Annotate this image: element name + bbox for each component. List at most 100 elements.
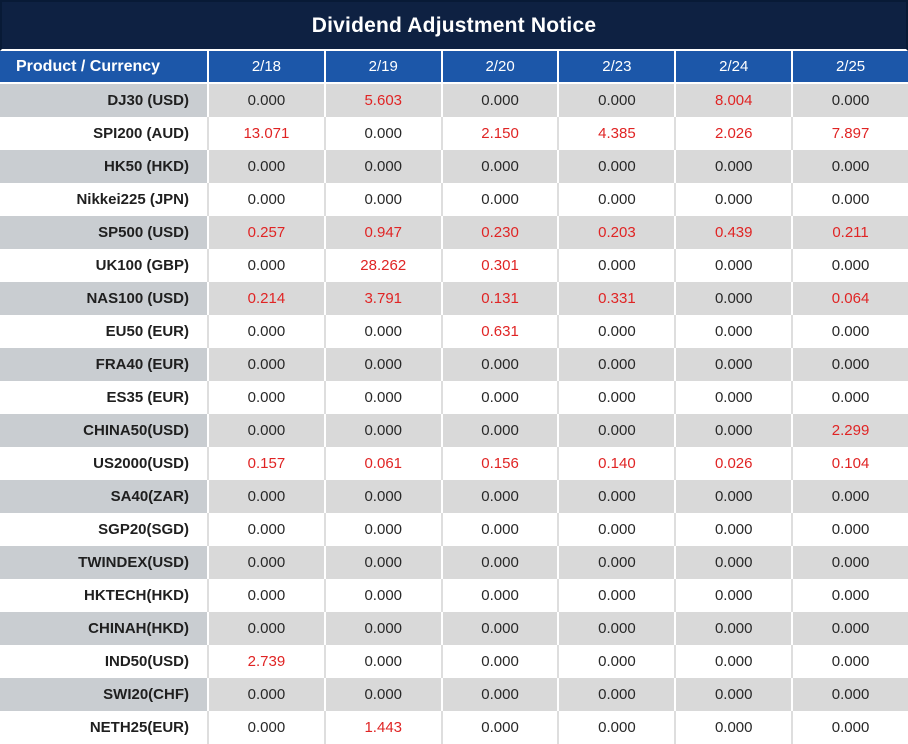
value-cell: 0.104: [791, 447, 908, 480]
value-cell: 0.000: [207, 513, 324, 546]
product-cell: NAS100 (USD): [0, 282, 207, 315]
table-row: NAS100 (USD)0.2143.7910.1310.3310.0000.0…: [0, 282, 908, 315]
product-cell: SWI20(CHF): [0, 678, 207, 711]
table-row: IND50(USD)2.7390.0000.0000.0000.0000.000: [0, 645, 908, 678]
table-header-row: Product / Currency 2/182/192/202/232/242…: [0, 51, 908, 84]
value-cell: 0.631: [441, 315, 558, 348]
value-cell: 0.000: [324, 348, 441, 381]
value-cell: 0.000: [674, 282, 791, 315]
value-cell: 3.791: [324, 282, 441, 315]
value-cell: 0.000: [674, 645, 791, 678]
value-cell: 0.214: [207, 282, 324, 315]
value-cell: 0.000: [441, 678, 558, 711]
column-header-date: 2/25: [791, 51, 908, 82]
value-cell: 0.000: [324, 513, 441, 546]
value-cell: 0.000: [557, 546, 674, 579]
value-cell: 0.000: [207, 612, 324, 645]
value-cell: 0.000: [674, 348, 791, 381]
value-cell: 0.000: [207, 381, 324, 414]
value-cell: 0.000: [441, 84, 558, 117]
table-row: HKTECH(HKD)0.0000.0000.0000.0000.0000.00…: [0, 579, 908, 612]
column-header-date: 2/23: [557, 51, 674, 82]
value-cell: 2.026: [674, 117, 791, 150]
table-row: EU50 (EUR)0.0000.0000.6310.0000.0000.000: [0, 315, 908, 348]
value-cell: 0.000: [557, 249, 674, 282]
value-cell: 0.064: [791, 282, 908, 315]
value-cell: 0.000: [557, 150, 674, 183]
value-cell: 0.000: [674, 414, 791, 447]
value-cell: 0.000: [791, 513, 908, 546]
column-header-date: 2/20: [441, 51, 558, 82]
value-cell: 0.000: [557, 645, 674, 678]
value-cell: 5.603: [324, 84, 441, 117]
product-cell: SPI200 (AUD): [0, 117, 207, 150]
value-cell: 0.000: [674, 480, 791, 513]
value-cell: 13.071: [207, 117, 324, 150]
value-cell: 0.140: [557, 447, 674, 480]
value-cell: 0.131: [441, 282, 558, 315]
table-row: US2000(USD)0.1570.0610.1560.1400.0260.10…: [0, 447, 908, 480]
value-cell: 0.000: [324, 183, 441, 216]
table-row: SWI20(CHF)0.0000.0000.0000.0000.0000.000: [0, 678, 908, 711]
value-cell: 0.257: [207, 216, 324, 249]
value-cell: 0.000: [441, 348, 558, 381]
value-cell: 0.000: [324, 579, 441, 612]
value-cell: 0.000: [324, 150, 441, 183]
value-cell: 0.000: [441, 513, 558, 546]
value-cell: 0.000: [324, 117, 441, 150]
value-cell: 0.000: [324, 315, 441, 348]
value-cell: 0.000: [674, 546, 791, 579]
value-cell: 0.026: [674, 447, 791, 480]
value-cell: 0.000: [791, 249, 908, 282]
value-cell: 0.000: [674, 381, 791, 414]
value-cell: 0.000: [791, 381, 908, 414]
value-cell: 0.000: [207, 84, 324, 117]
value-cell: 2.739: [207, 645, 324, 678]
value-cell: 0.157: [207, 447, 324, 480]
value-cell: 0.203: [557, 216, 674, 249]
product-cell: HK50 (HKD): [0, 150, 207, 183]
value-cell: 0.000: [674, 150, 791, 183]
value-cell: 7.897: [791, 117, 908, 150]
page-title: Dividend Adjustment Notice: [312, 14, 596, 38]
value-cell: 0.000: [557, 612, 674, 645]
value-cell: 0.000: [791, 579, 908, 612]
value-cell: 0.000: [324, 381, 441, 414]
table-row: FRA40 (EUR)0.0000.0000.0000.0000.0000.00…: [0, 348, 908, 381]
table-row: ES35 (EUR)0.0000.0000.0000.0000.0000.000: [0, 381, 908, 414]
product-cell: HKTECH(HKD): [0, 579, 207, 612]
value-cell: 28.262: [324, 249, 441, 282]
value-cell: 0.439: [674, 216, 791, 249]
value-cell: 0.000: [674, 711, 791, 744]
value-cell: 8.004: [674, 84, 791, 117]
table-row: NETH25(EUR)0.0001.4430.0000.0000.0000.00…: [0, 711, 908, 744]
value-cell: 0.000: [791, 612, 908, 645]
product-cell: SGP20(SGD): [0, 513, 207, 546]
table-row: SPI200 (AUD)13.0710.0002.1504.3852.0267.…: [0, 117, 908, 150]
value-cell: 0.000: [207, 678, 324, 711]
value-cell: 0.000: [441, 414, 558, 447]
value-cell: 0.000: [207, 480, 324, 513]
product-cell: CHINAH(HKD): [0, 612, 207, 645]
value-cell: 0.000: [324, 480, 441, 513]
value-cell: 0.000: [207, 348, 324, 381]
value-cell: 4.385: [557, 117, 674, 150]
value-cell: 0.000: [441, 150, 558, 183]
value-cell: 0.000: [674, 183, 791, 216]
value-cell: 0.000: [207, 183, 324, 216]
product-cell: FRA40 (EUR): [0, 348, 207, 381]
value-cell: 0.000: [791, 348, 908, 381]
value-cell: 0.301: [441, 249, 558, 282]
product-cell: TWINDEX(USD): [0, 546, 207, 579]
value-cell: 0.000: [441, 183, 558, 216]
value-cell: 0.156: [441, 447, 558, 480]
product-cell: SP500 (USD): [0, 216, 207, 249]
value-cell: 0.000: [791, 645, 908, 678]
value-cell: 0.000: [791, 183, 908, 216]
value-cell: 0.000: [674, 579, 791, 612]
table-row: SGP20(SGD)0.0000.0000.0000.0000.0000.000: [0, 513, 908, 546]
value-cell: 0.000: [557, 414, 674, 447]
title-bar: Dividend Adjustment Notice: [0, 0, 908, 51]
value-cell: 0.000: [324, 414, 441, 447]
value-cell: 0.230: [441, 216, 558, 249]
